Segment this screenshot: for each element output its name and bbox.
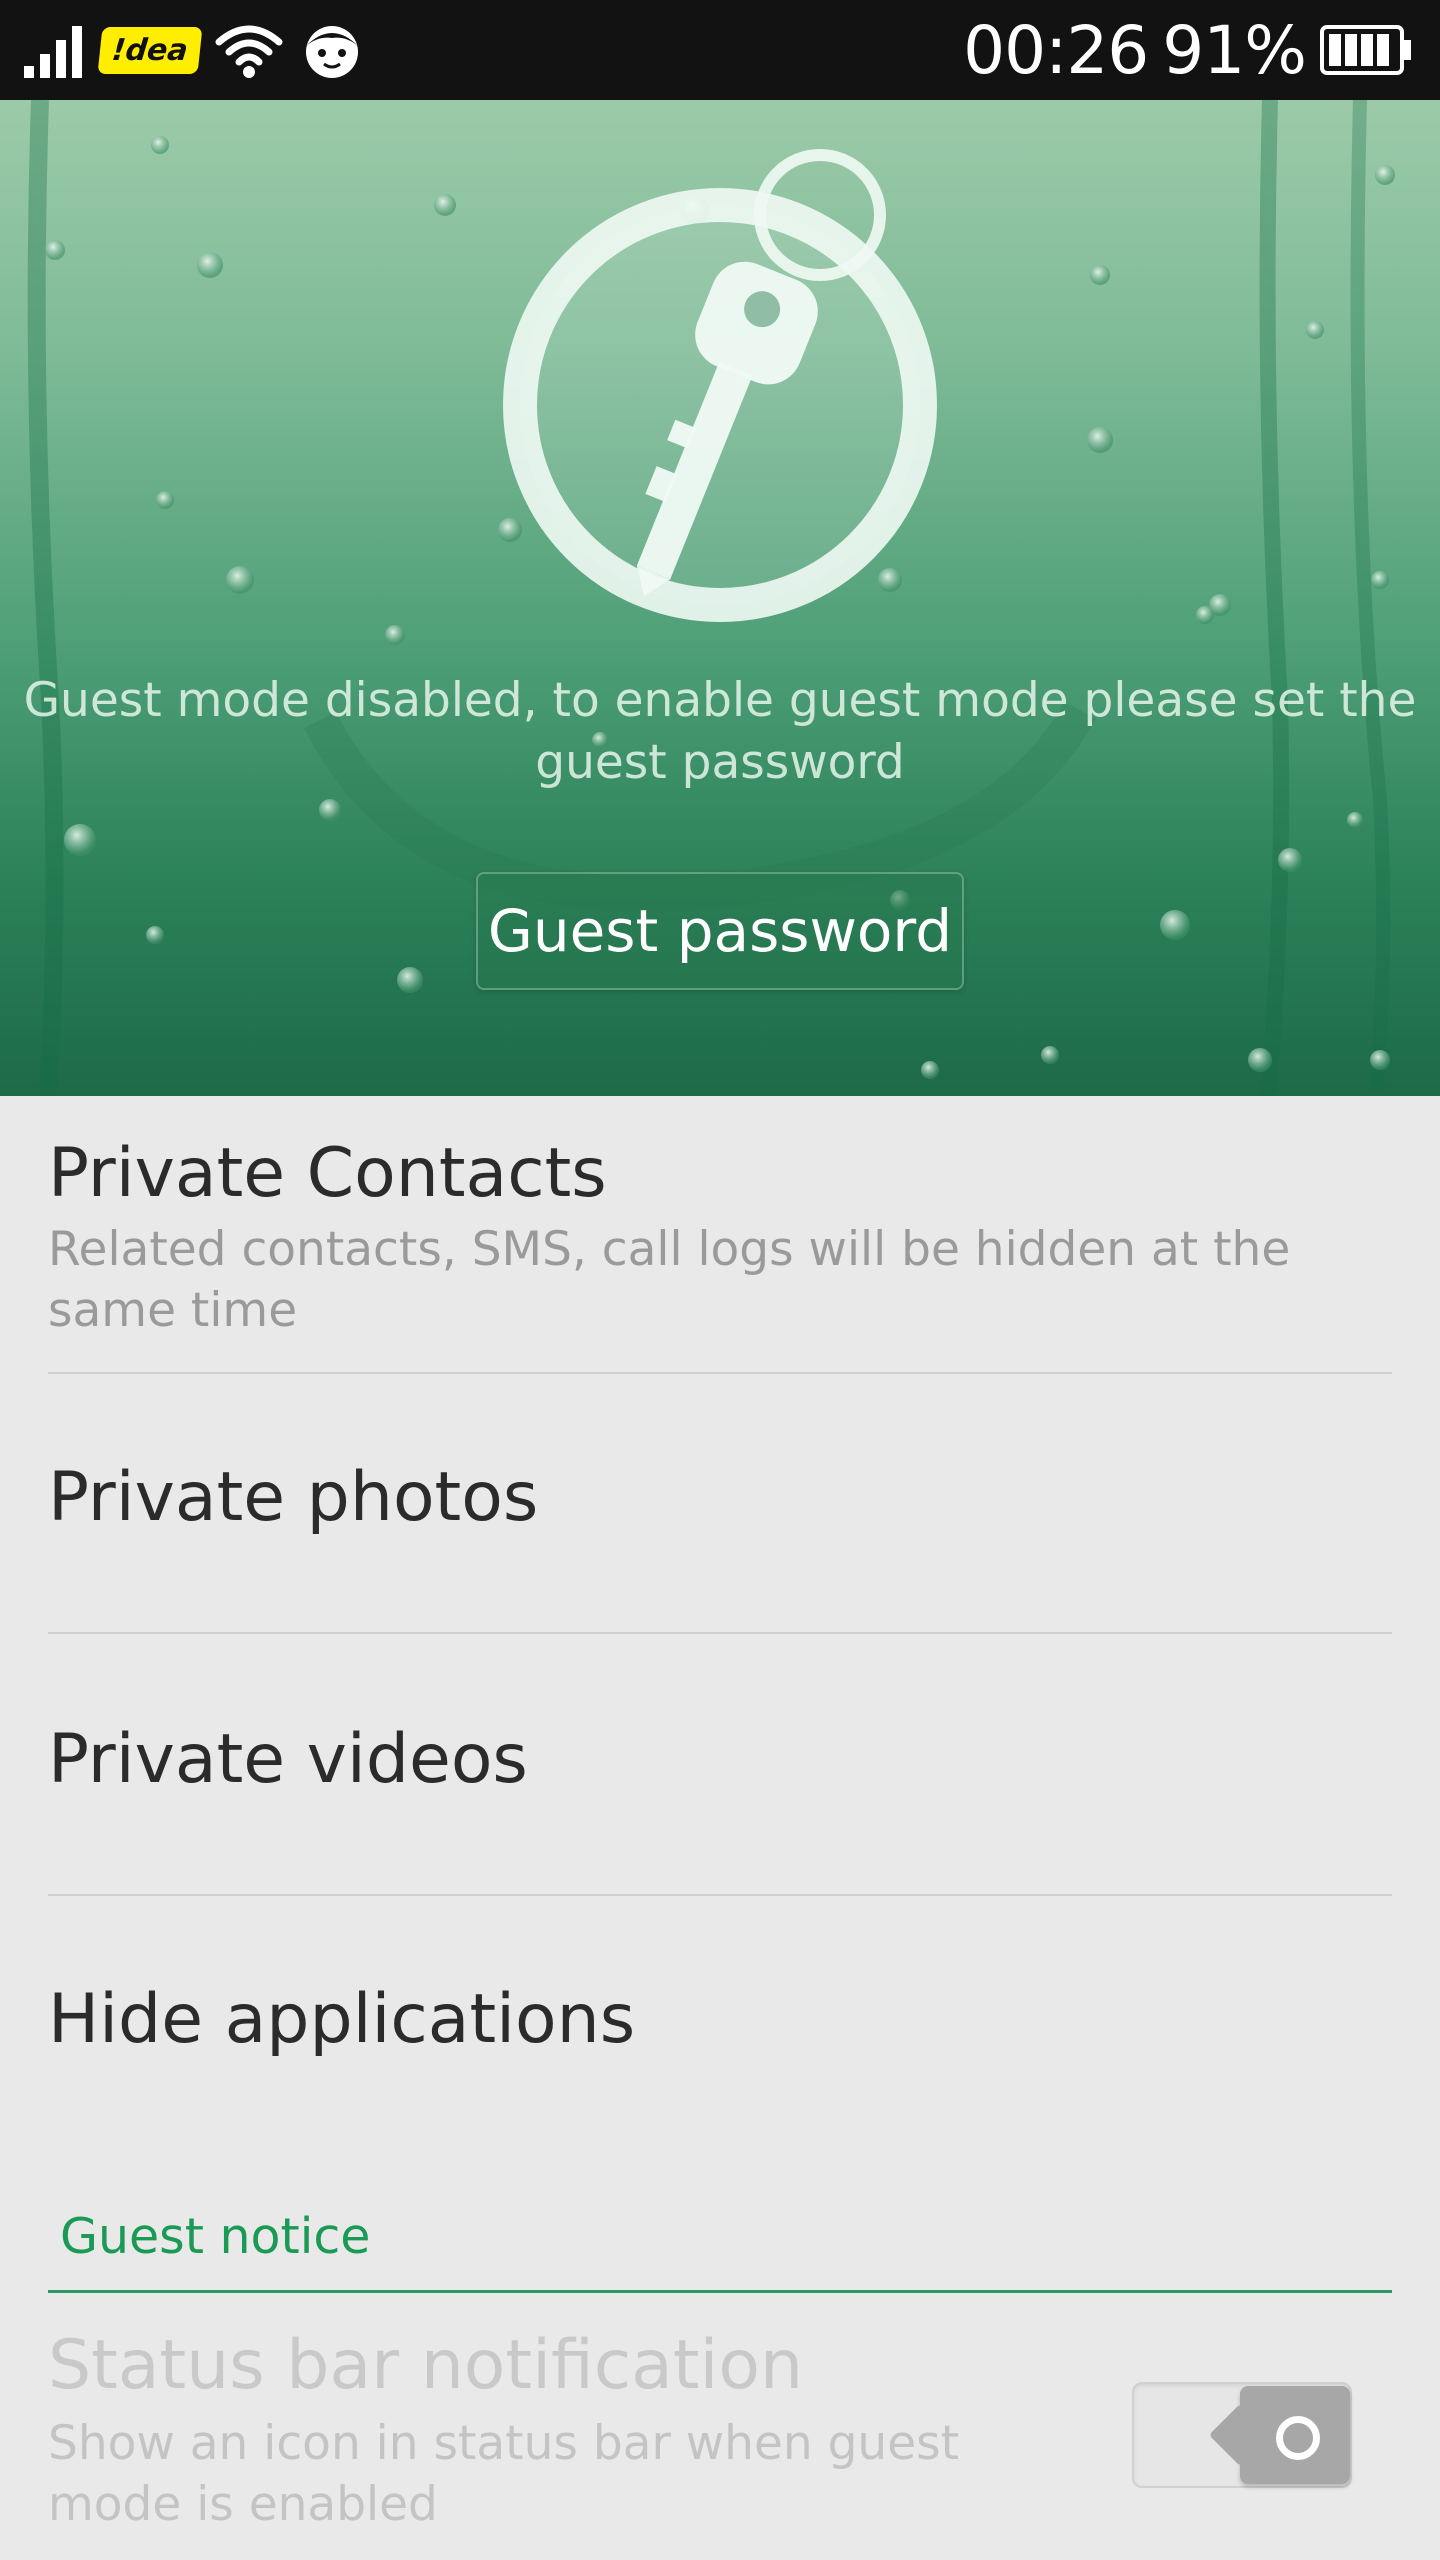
battery-icon bbox=[1320, 25, 1411, 75]
status-bar-notification-toggle[interactable] bbox=[1132, 2382, 1352, 2488]
item-title: Private photos bbox=[48, 1458, 539, 1537]
status-bar: !dea 00:26 91% bbox=[0, 0, 1440, 100]
status-bar-notification-item: Status bar notification Show an icon in … bbox=[48, 2326, 1008, 2535]
divider bbox=[48, 1372, 1392, 1374]
private-photos-item[interactable]: Private photos bbox=[48, 1458, 1392, 1537]
toggle-knob bbox=[1240, 2386, 1350, 2484]
section-divider bbox=[48, 2290, 1392, 2293]
item-title: Status bar notification bbox=[48, 2326, 804, 2405]
guest-password-button[interactable]: Guest password bbox=[476, 872, 964, 990]
wifi-icon bbox=[215, 25, 283, 78]
item-title: Private videos bbox=[48, 1720, 528, 1799]
divider bbox=[48, 1632, 1392, 1634]
battery-percent: 91% bbox=[1162, 11, 1307, 89]
guest-mode-hero: Guest mode disabled, to enable guest mod… bbox=[0, 100, 1440, 1096]
private-contacts-item[interactable]: Private Contacts Related contacts, SMS, … bbox=[48, 1134, 1392, 1341]
guest-face-icon bbox=[305, 26, 358, 78]
carrier-badge: !dea bbox=[97, 26, 203, 74]
signal-icon bbox=[24, 26, 82, 78]
toggle-ring-icon bbox=[1276, 2416, 1320, 2460]
item-title: Private Contacts bbox=[48, 1134, 607, 1213]
divider bbox=[48, 1894, 1392, 1896]
item-title: Hide applications bbox=[48, 1980, 636, 2059]
status-bar-left: !dea bbox=[24, 18, 366, 82]
guest-mode-message: Guest mode disabled, to enable guest mod… bbox=[23, 673, 1417, 790]
status-bar-right: 00:26 91% bbox=[963, 11, 1412, 89]
clock: 00:26 bbox=[963, 11, 1149, 89]
item-subtitle: Related contacts, SMS, call logs will be… bbox=[48, 1222, 1291, 1338]
item-subtitle: Show an icon in status bar when guest mo… bbox=[48, 2416, 960, 2532]
guest-notice-header: Guest notice bbox=[60, 2208, 371, 2265]
hide-applications-item[interactable]: Hide applications bbox=[48, 1980, 1392, 2059]
key-icon bbox=[503, 149, 937, 622]
private-videos-item[interactable]: Private videos bbox=[48, 1720, 1392, 1799]
